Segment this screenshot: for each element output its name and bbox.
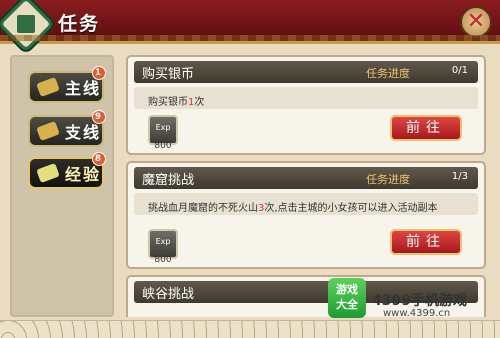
close-icon: ✕ — [466, 9, 486, 34]
quest-window: 任务 ✕ 主线 1 支线 9 经验 8 购买银币 任务进度 0/1 购买银币1次… — [0, 0, 500, 338]
tab-exp-quest[interactable]: 经验 8 — [28, 152, 106, 189]
go-button[interactable]: 前往 — [390, 115, 462, 141]
quest-title: 魔窟挑战 — [142, 173, 195, 188]
quest-description: 挑战血月魔窟的不死火山3次,点击主城的小女孩可以进入活动副本 — [134, 193, 478, 215]
notification-badge: 1 — [92, 66, 106, 80]
scroll-icon — [36, 77, 60, 97]
watermark-logo: 游戏 大全 — [328, 278, 366, 318]
exp-icon — [36, 163, 60, 183]
watermark-brand: 4399手机游戏 — [372, 293, 467, 309]
quest-book-icon — [0, 0, 55, 53]
category-panel: 主线 1 支线 9 经验 8 — [10, 55, 114, 317]
watermark-site: www.4399.cn — [383, 308, 451, 319]
notification-badge: 9 — [92, 110, 106, 124]
exp-reward-value: 800 — [154, 141, 172, 151]
progress-label: 任务进度 — [366, 173, 410, 186]
progress-label: 任务进度 — [366, 67, 410, 80]
page-title: 任务 — [58, 13, 101, 35]
bottom-wave-border — [0, 320, 500, 338]
window-header: 任务 ✕ — [0, 0, 500, 53]
tab-main-quest[interactable]: 主线 1 — [28, 66, 106, 103]
quest-header: 购买银币 任务进度 0/1 — [134, 61, 478, 83]
progress-value: 0/1 — [451, 65, 468, 76]
close-button[interactable]: ✕ — [460, 6, 492, 38]
quest-description: 购买银币1次 — [134, 87, 478, 109]
exp-reward-value: 800 — [154, 255, 172, 265]
scroll-icon — [36, 121, 60, 141]
notification-badge: 8 — [92, 152, 106, 166]
go-button[interactable]: 前往 — [390, 229, 462, 255]
quest-title: 购买银币 — [142, 67, 195, 82]
quest-header: 魔窟挑战 任务进度 1/3 — [134, 167, 478, 189]
quest-title: 峡谷挑战 — [142, 287, 195, 302]
progress-value: 1/3 — [451, 171, 468, 182]
quest-card: 购买银币 任务进度 0/1 购买银币1次 Exp 800 前往 — [126, 55, 486, 155]
tab-side-quest[interactable]: 支线 9 — [28, 110, 106, 147]
quest-card: 魔窟挑战 任务进度 1/3 挑战血月魔窟的不死火山3次,点击主城的小女孩可以进入… — [126, 161, 486, 269]
quest-list[interactable]: 购买银币 任务进度 0/1 购买银币1次 Exp 800 前往 魔窟挑战 任务进… — [126, 55, 490, 317]
